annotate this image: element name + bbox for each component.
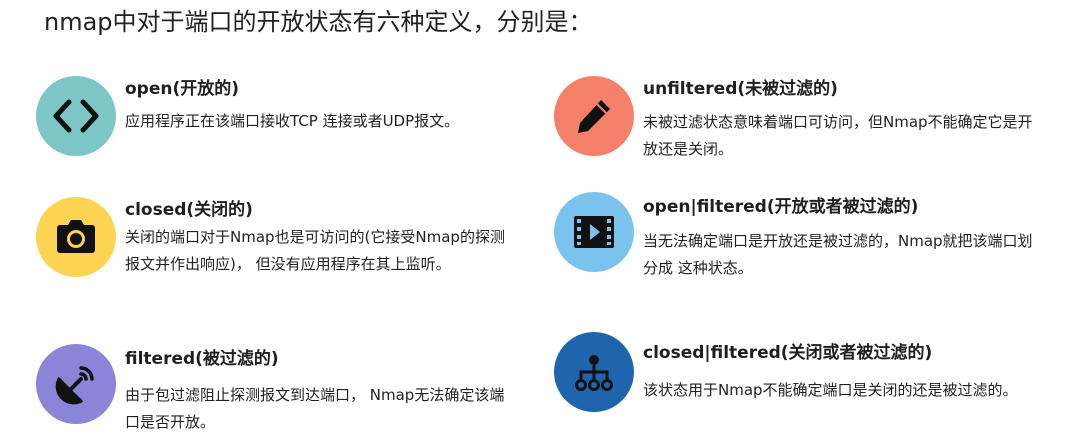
state-filtered: filtered(被过滤的) 由于包过滤阻止探测报文到达端口， Nmap无法确定… [36, 344, 516, 445]
state-title: open|filtered(开放或者被过滤的) [643, 197, 919, 217]
state-description: 应用程序正在该端口接收TCP 连接或者UDP报文。 [125, 112, 460, 130]
state-open-filtered: open|filtered(开放或者被过滤的) 当无法确定端口是开放还是被过滤的… [554, 192, 1034, 302]
state-title: closed|filtered(关闭或者被过滤的) [643, 343, 933, 363]
state-description: 未被过滤状态意味着端口可访问，但Nmap不能确定它是开放还是关闭。 [643, 113, 1033, 158]
state-description: 关闭的端口对于Nmap也是可访问的(它接受Nmap的探测报文并作出响应)， 但没… [125, 228, 505, 273]
sitemap-icon [554, 332, 634, 412]
state-unfiltered: unfiltered(未被过滤的) 未被过滤状态意味着端口可访问，但Nmap不能… [554, 76, 1034, 186]
state-title: closed(关闭的) [125, 200, 253, 220]
state-description: 由于包过滤阻止探测报文到达端口， Nmap无法确定该端口是否开放。 [125, 386, 505, 431]
pencil-icon [554, 76, 634, 156]
state-closed-filtered: closed|filtered(关闭或者被过滤的) 该状态用于Nmap不能确定端… [554, 332, 1034, 442]
film-icon [554, 192, 634, 272]
code-brackets-icon [36, 76, 116, 156]
satellite-dish-icon [36, 344, 116, 424]
camera-icon [36, 197, 116, 277]
state-closed: closed(关闭的) 关闭的端口对于Nmap也是可访问的(它接受Nmap的探测… [36, 197, 516, 307]
state-title: filtered(被过滤的) [125, 349, 279, 369]
state-description: 该状态用于Nmap不能确定端口是关闭的还是被过滤的。 [643, 381, 1018, 399]
state-title: unfiltered(未被过滤的) [643, 79, 838, 99]
state-open: open(开放的) 应用程序正在该端口接收TCP 连接或者UDP报文。 [36, 76, 516, 186]
state-description: 当无法确定端口是开放还是被过滤的，Nmap就把该端口划分成 这种状态。 [643, 232, 1033, 277]
state-title: open(开放的) [125, 79, 240, 99]
page-title: nmap中对于端口的开放状态有六种定义，分别是： [44, 8, 593, 36]
nmap-port-states-slide: nmap中对于端口的开放状态有六种定义，分别是： open(开放的) 应用程序正… [0, 0, 1078, 445]
